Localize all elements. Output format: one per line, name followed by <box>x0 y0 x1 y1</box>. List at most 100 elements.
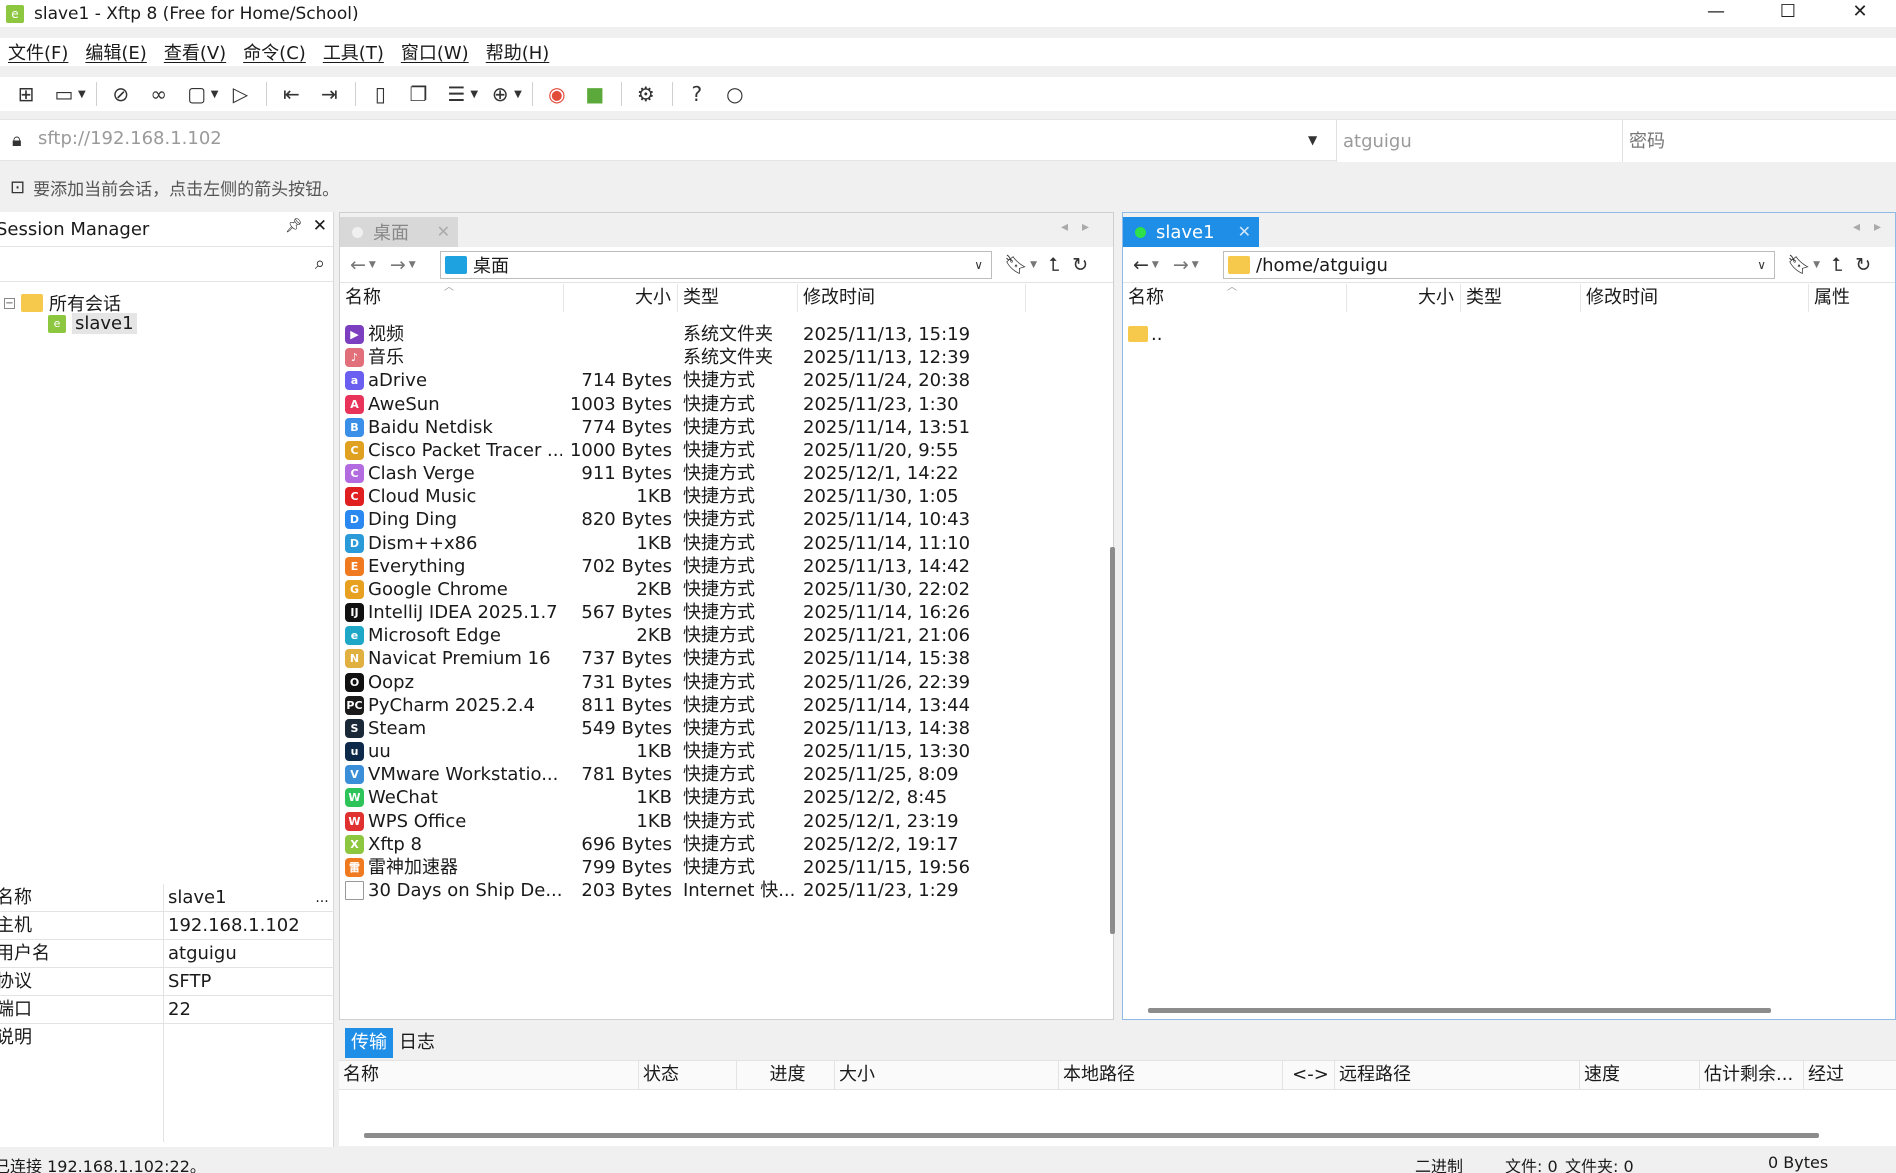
help-icon[interactable]: ? <box>685 82 709 106</box>
remote-horizontal-scrollbar[interactable] <box>1148 1008 1771 1013</box>
forward-arrow-icon[interactable]: → <box>1173 254 1189 276</box>
table-row[interactable]: B Baidu Netdisk 774 Bytes 快捷方式 2025/11/14, 1… <box>340 416 1113 439</box>
globe-icon[interactable]: ⊕ <box>488 82 512 106</box>
search-icon[interactable]: ⌕ <box>315 253 325 274</box>
property-row[interactable]: 说明 <box>0 1024 334 1052</box>
menu-command[interactable]: 命令(C) <box>243 39 306 65</box>
tab-log[interactable]: 日志 <box>393 1028 441 1058</box>
tab-close-icon[interactable]: ✕ <box>437 222 450 241</box>
chat-icon[interactable]: ○ <box>723 82 747 106</box>
column-name[interactable]: 名称 <box>339 1061 639 1089</box>
menu-window[interactable]: 窗口(W) <box>401 39 469 65</box>
back-arrow-icon[interactable]: ← <box>350 254 366 276</box>
tab-close-icon[interactable]: ✕ <box>1238 222 1251 241</box>
add-session-icon[interactable]: ⊡ <box>10 177 25 198</box>
open-dropdown-icon[interactable]: ▼ <box>78 89 86 100</box>
disconnect-icon[interactable]: ⊘ <box>109 82 133 106</box>
tab-local-desktop[interactable]: 桌面 ✕ <box>340 217 458 247</box>
column-size[interactable]: 大小 <box>1347 284 1461 312</box>
copy-icon[interactable]: ❐ <box>406 82 430 106</box>
new-tab-icon[interactable]: ▢ <box>185 82 209 106</box>
globe-dropdown-icon[interactable]: ▼ <box>514 89 522 100</box>
table-row[interactable]: W WeChat 1KB 快捷方式 2025/12/2, 8:45 <box>340 786 1113 809</box>
table-row[interactable]: O Oopz 731 Bytes 快捷方式 2025/11/26, 22:39 <box>340 671 1113 694</box>
new-session-icon[interactable]: ⊞ <box>14 82 38 106</box>
forward-dropdown-icon[interactable]: ▼ <box>409 260 416 270</box>
table-row[interactable]: V VMware Workstatio... 781 Bytes 快捷方式 2025/1… <box>340 763 1113 786</box>
new-tab-dropdown-icon[interactable]: ▼ <box>211 89 219 100</box>
table-row[interactable]: E Everything 702 Bytes 快捷方式 2025/11/13, 14:4… <box>340 555 1113 578</box>
xshell-icon[interactable]: ◉ <box>545 82 569 106</box>
table-row[interactable]: u uu 1KB 快捷方式 2025/11/15, 13:30 <box>340 740 1113 763</box>
back-arrow-icon[interactable]: ← <box>1133 254 1149 276</box>
menu-tools[interactable]: 工具(T) <box>323 39 384 65</box>
table-row[interactable]: D Ding Ding 820 Bytes 快捷方式 2025/11/14, 10:43 <box>340 508 1113 531</box>
table-row[interactable]: W WPS Office 1KB 快捷方式 2025/12/1, 23:19 <box>340 810 1113 833</box>
table-row[interactable]: X Xftp 8 696 Bytes 快捷方式 2025/12/2, 19:17 <box>340 833 1113 856</box>
back-dropdown-icon[interactable]: ▼ <box>1152 260 1159 270</box>
play-icon[interactable]: ▷ <box>228 82 252 106</box>
column-eta[interactable]: 估计剩余... <box>1700 1061 1804 1089</box>
table-row[interactable]: .. <box>1123 323 1895 346</box>
table-row[interactable]: G Google Chrome 2KB 快捷方式 2025/11/30, 22:02 <box>340 578 1113 601</box>
pin-icon[interactable]: 📌︎ <box>285 218 303 234</box>
collapse-icon[interactable]: − <box>4 297 15 309</box>
table-row[interactable]: e Microsoft Edge 2KB 快捷方式 2025/11/21, 21:06 <box>340 624 1113 647</box>
parent-folder-icon[interactable]: ⮤ <box>1832 254 1843 276</box>
menu-edit[interactable]: 编辑(E) <box>85 39 146 65</box>
bookmark-icon[interactable]: 🔖︎ <box>1004 253 1028 276</box>
property-row[interactable]: 用户名 atguigu <box>0 939 334 968</box>
table-row[interactable]: S Steam 549 Bytes 快捷方式 2025/11/13, 14:38 <box>340 717 1113 740</box>
bookmark-dropdown-icon[interactable]: ▼ <box>1813 260 1820 270</box>
forward-dropdown-icon[interactable]: ▼ <box>1192 260 1199 270</box>
column-progress[interactable]: 进度 <box>737 1061 835 1089</box>
local-path-combo[interactable]: 桌面 ∨ <box>440 251 992 279</box>
column-modified[interactable]: 修改时间 <box>1581 284 1809 312</box>
menu-file[interactable]: 文件(F) <box>8 39 68 65</box>
property-row[interactable]: 端口 22 <box>0 995 334 1024</box>
view-dropdown-icon[interactable]: ▼ <box>470 89 478 100</box>
menu-view[interactable]: 查看(V) <box>164 39 226 65</box>
property-row[interactable]: 协议 SFTP <box>0 967 334 996</box>
transfer-right-icon[interactable]: ⇥ <box>317 82 341 106</box>
column-type[interactable]: 类型 <box>1461 284 1581 312</box>
table-row[interactable]: 雷雷神加速器 799 Bytes 快捷方式 2025/11/15, 19:56 <box>340 856 1113 879</box>
table-row[interactable]: ▶ 视频 系统文件夹 2025/11/13, 15:19 <box>340 323 1113 346</box>
bookmark-dropdown-icon[interactable]: ▼ <box>1030 260 1037 270</box>
table-row[interactable]: N Navicat Premium 16 737 Bytes 快捷方式 2025/11/… <box>340 647 1113 670</box>
table-row[interactable]: 30 Days on Ship De... 203 Bytes Internet 快… <box>340 879 1113 902</box>
more-button[interactable]: ... <box>310 890 334 906</box>
settings-icon[interactable]: ⚙ <box>634 82 658 106</box>
column-remote-path[interactable]: 远程路径 <box>1335 1061 1580 1089</box>
address-dropdown-icon[interactable]: ▼ <box>1308 133 1317 147</box>
bookmark-icon[interactable]: 🔖︎ <box>1787 253 1811 276</box>
tab-scroll-arrows-icon[interactable]: ◂▸ <box>1061 219 1103 235</box>
column-local-path[interactable]: 本地路径 <box>1059 1061 1283 1089</box>
column-direction[interactable]: <-> <box>1283 1061 1335 1089</box>
refresh-icon[interactable]: ↻ <box>1072 254 1088 276</box>
refresh-icon[interactable]: ↻ <box>1855 254 1871 276</box>
table-row[interactable]: PC PyCharm 2025.2.4 811 Bytes 快捷方式 2025/11/1… <box>340 694 1113 717</box>
table-row[interactable]: C Clash Verge 911 Bytes 快捷方式 2025/12/1, 14:2… <box>340 462 1113 485</box>
session-search-box[interactable]: ⌕ <box>0 246 333 282</box>
local-vertical-scrollbar[interactable] <box>1110 547 1115 934</box>
property-row[interactable]: 名称 slave1 ... <box>0 883 334 912</box>
column-modified[interactable]: 修改时间 <box>798 284 1026 312</box>
column-speed[interactable]: 速度 <box>1580 1061 1700 1089</box>
transfer-horizontal-scrollbar[interactable] <box>364 1133 1819 1138</box>
tree-session-row[interactable]: e slave1 <box>48 313 137 334</box>
table-row[interactable]: C Cisco Packet Tracer ... 1000 Bytes 快捷方式 20… <box>340 439 1113 462</box>
remote-path-combo[interactable]: /home/atguigu ∨ <box>1223 251 1775 279</box>
table-row[interactable]: D Dism++x86 1KB 快捷方式 2025/11/14, 11:10 <box>340 532 1113 555</box>
forward-arrow-icon[interactable]: → <box>390 254 406 276</box>
tab-remote-slave1[interactable]: slave1 ✕ <box>1123 217 1259 247</box>
table-row[interactable]: A AweSun 1003 Bytes 快捷方式 2025/11/23, 1:30 <box>340 393 1113 416</box>
maximize-button[interactable]: ☐ <box>1752 0 1824 27</box>
tab-transfer[interactable]: 传输 <box>345 1028 393 1058</box>
column-size[interactable]: 大小 <box>564 284 678 312</box>
open-session-icon[interactable]: ▭ <box>52 82 76 106</box>
tab-scroll-arrows-icon[interactable]: ◂▸ <box>1853 219 1895 235</box>
password-input[interactable] <box>1622 120 1896 162</box>
table-row[interactable]: C Cloud Music 1KB 快捷方式 2025/11/30, 1:05 <box>340 485 1113 508</box>
table-row[interactable]: IJ IntelliJ IDEA 2025.1.7 567 Bytes 快捷方式 202… <box>340 601 1113 624</box>
